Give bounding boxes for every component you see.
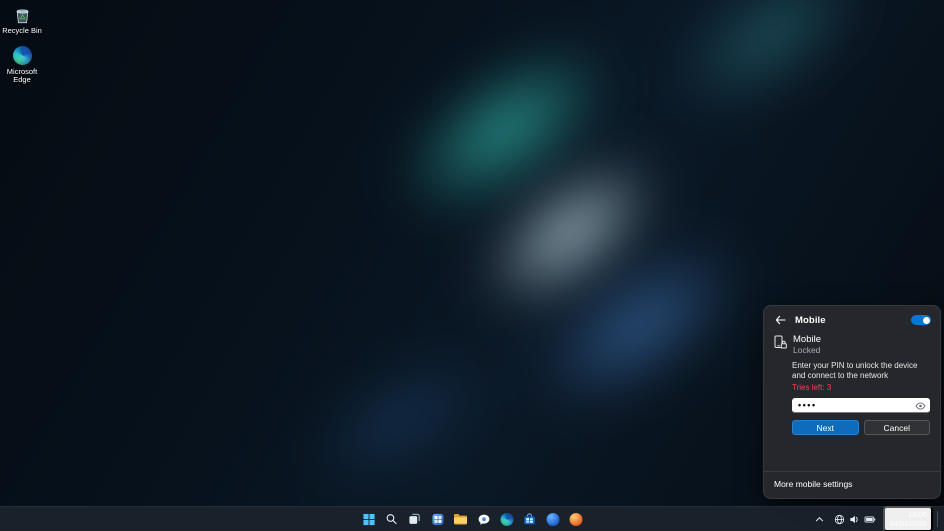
widgets-icon (431, 513, 444, 526)
mobile-locked-icon (773, 335, 787, 349)
chat-button[interactable] (475, 510, 493, 528)
microsoft-edge-shortcut[interactable]: Microsoft Edge (0, 46, 44, 85)
pin-button-row: Next Cancel (792, 420, 930, 435)
task-view-icon (409, 513, 421, 525)
taskbar: 10:00 24/01/2022 (0, 506, 944, 531)
device-status: Locked (793, 345, 821, 355)
search-icon (386, 513, 398, 525)
system-tray: 10:00 24/01/2022 (812, 507, 940, 531)
more-mobile-settings-link[interactable]: More mobile settings (764, 472, 940, 498)
network-globe-icon (834, 514, 845, 525)
tray-date: 24/01/2022 (889, 519, 927, 528)
desktop-icon-label: Recycle Bin (2, 27, 42, 36)
mobile-device-row[interactable]: Mobile Locked (764, 331, 940, 355)
tries-left-text: Tries left: 3 (792, 383, 932, 393)
mobile-toggle[interactable] (911, 315, 931, 325)
windows-desktop: Recycle Bin Microsoft Edge Mobile (0, 0, 944, 531)
pinned-app-2-icon (569, 513, 582, 526)
volume-icon (849, 514, 860, 525)
tray-time: 10:00 (908, 510, 927, 519)
battery-icon (864, 514, 876, 525)
mobile-network-flyout: Mobile Mobile Locked Enter your PIN to u… (763, 305, 941, 499)
pin-instruction: Enter your PIN to unlock the device and … (792, 361, 932, 381)
device-name: Mobile (793, 334, 821, 345)
edge-logo-icon (500, 513, 513, 526)
flyout-header: Mobile (764, 306, 940, 331)
pinned-app-1-icon (546, 513, 559, 526)
start-button[interactable] (360, 510, 378, 528)
task-view-button[interactable] (406, 510, 424, 528)
store-bag-icon (524, 513, 536, 525)
pin-field (792, 398, 930, 413)
flyout-footer: More mobile settings (764, 471, 940, 498)
tray-overflow-button[interactable] (812, 514, 827, 525)
desktop-icon-list: Recycle Bin Microsoft Edge (0, 5, 44, 85)
show-desktop-button[interactable] (937, 511, 940, 527)
cancel-button[interactable]: Cancel (864, 420, 931, 435)
search-button[interactable] (383, 510, 401, 528)
toggle-knob (923, 317, 930, 324)
pin-input[interactable] (792, 398, 930, 412)
widgets-button[interactable] (429, 510, 447, 528)
taskbar-center-icons (360, 507, 585, 531)
arrow-left-icon (775, 315, 786, 325)
desktop-icon-label: Microsoft Edge (0, 68, 44, 85)
device-texts: Mobile Locked (793, 334, 821, 355)
flyout-title: Mobile (795, 315, 904, 326)
next-button[interactable]: Next (792, 420, 859, 435)
back-button[interactable] (773, 313, 788, 328)
edge-button[interactable] (498, 510, 516, 528)
taskbar-clock[interactable]: 10:00 24/01/2022 (883, 506, 933, 531)
pinned-app-1-button[interactable] (544, 510, 562, 528)
recycle-bin-shortcut[interactable]: Recycle Bin (0, 5, 44, 36)
recycle-bin-icon (12, 5, 32, 25)
chat-bubble-icon (477, 513, 490, 526)
quick-settings-button[interactable] (831, 512, 879, 527)
windows-logo-icon (362, 513, 375, 526)
edge-logo-icon (12, 46, 32, 66)
chevron-up-icon (815, 516, 824, 523)
file-explorer-button[interactable] (452, 510, 470, 528)
reveal-password-icon[interactable] (915, 402, 926, 410)
microsoft-store-button[interactable] (521, 510, 539, 528)
folder-icon (454, 513, 468, 525)
pinned-app-2-button[interactable] (567, 510, 585, 528)
